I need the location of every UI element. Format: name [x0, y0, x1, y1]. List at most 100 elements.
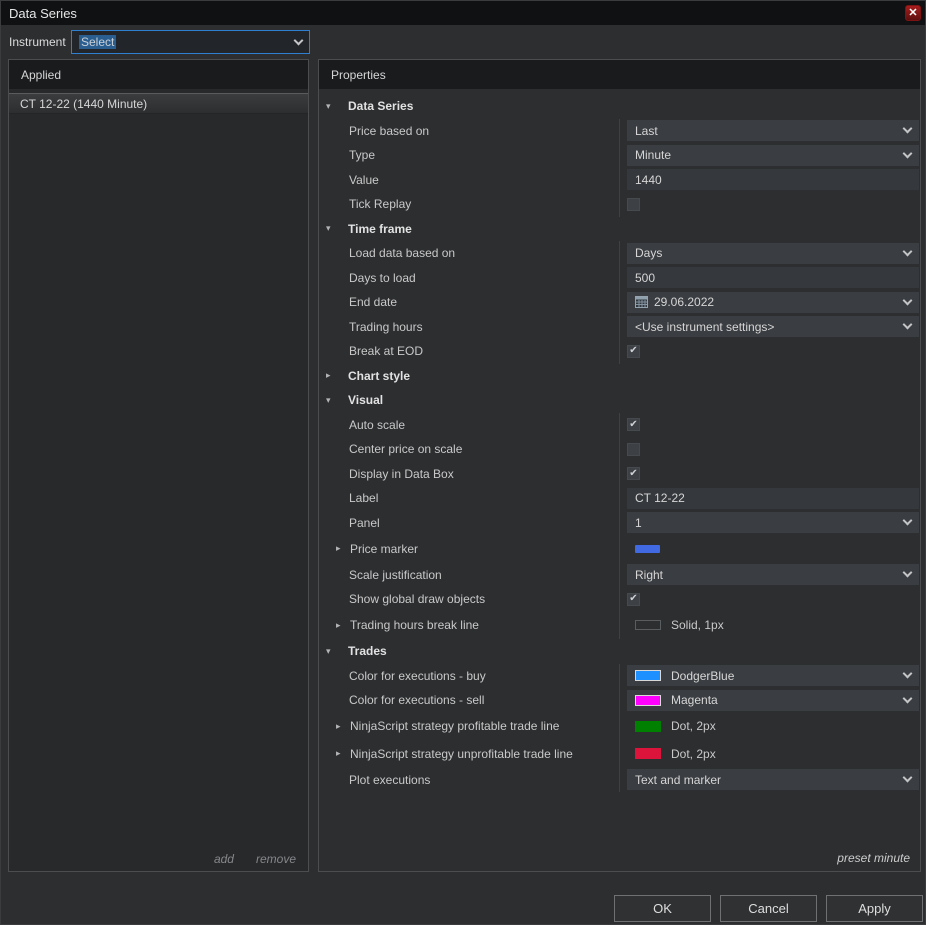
break-at-eod-control-cell: ✔	[619, 339, 920, 364]
color-for-executions-sell-dropdown[interactable]: Magenta	[627, 689, 919, 711]
price-based-on-dropdown[interactable]: Last	[627, 120, 919, 142]
visual-expander-collapse-icon[interactable]: ▾	[326, 395, 338, 406]
properties-header: Properties	[319, 60, 920, 89]
list-item[interactable]: CT 12-22 (1440 Minute)	[9, 93, 308, 114]
cancel-button[interactable]: Cancel	[720, 895, 817, 922]
property-row-trading-hours: Trading hours <Use instrument settings>	[319, 314, 920, 339]
apply-button[interactable]: Apply	[826, 895, 923, 922]
load-data-based-on-dropdown[interactable]: Days	[627, 242, 919, 264]
property-row-panel: Panel 1	[319, 510, 920, 535]
plot-executions-value: Text and marker	[635, 772, 722, 787]
panel-label: Panel	[349, 515, 380, 530]
color-for-executions-buy-color-swatch	[635, 670, 661, 682]
center-price-on-scale-label: Center price on scale	[349, 442, 463, 457]
show-global-draw-objects-label-cell: Show global draw objects	[319, 587, 619, 612]
remove-link[interactable]: remove	[256, 852, 296, 866]
ninjascript-strategy-profitable-trade-line-color-swatch[interactable]	[635, 720, 661, 732]
chevron-down-icon	[902, 668, 913, 679]
chart-style-label-cell: ▸ Chart style	[319, 364, 619, 389]
center-price-on-scale-checkbox[interactable]	[627, 442, 640, 456]
property-row-days-to-load: Days to load 500	[319, 265, 920, 290]
checkmark-icon: ✔	[629, 593, 638, 605]
property-row-trading-hours-break-line: ▸ Trading hours break line Solid, 1px	[319, 611, 920, 639]
preset-label: preset minute	[837, 851, 910, 865]
instrument-value: Select	[79, 35, 117, 49]
chevron-down-icon	[902, 515, 913, 526]
property-row-type: Type Minute	[319, 143, 920, 168]
break-at-eod-checkbox[interactable]: ✔	[627, 344, 640, 358]
property-row-plot-executions: Plot executions Text and marker	[319, 767, 920, 792]
center-price-on-scale-control-cell	[619, 437, 920, 462]
plot-executions-label: Plot executions	[349, 772, 431, 787]
applied-footer: add remove	[214, 852, 296, 866]
close-button[interactable]: ✕	[905, 5, 921, 21]
type-dropdown[interactable]: Minute	[627, 144, 919, 166]
days-to-load-input[interactable]: 500	[627, 267, 919, 289]
property-row-end-date: End date 29.06.2022	[319, 290, 920, 315]
show-global-draw-objects-checkbox[interactable]: ✔	[627, 592, 640, 606]
value-input[interactable]: 1440	[627, 169, 919, 191]
color-for-executions-buy-label: Color for executions - buy	[349, 668, 486, 683]
applied-panel: Applied CT 12-22 (1440 Minute) add remov…	[8, 59, 309, 872]
trades-expander-collapse-icon[interactable]: ▾	[326, 646, 338, 657]
ninjascript-strategy-profitable-trade-line-expander-expand-icon[interactable]: ▸	[336, 721, 348, 732]
section-visual: ▾ Visual	[319, 388, 920, 413]
color-for-executions-sell-label: Color for executions - sell	[349, 693, 485, 708]
load-data-based-on-label: Load data based on	[349, 246, 456, 261]
label-input[interactable]: CT 12-22	[627, 487, 919, 509]
ninjascript-strategy-unprofitable-trade-line-control-cell: Dot, 2px	[619, 740, 920, 768]
property-row-show-global-draw-objects: Show global draw objects ✔	[319, 587, 920, 612]
section-data-series: ▾ Data Series	[319, 94, 920, 119]
color-for-executions-buy-label-cell: Color for executions - buy	[319, 664, 619, 689]
add-link[interactable]: add	[214, 852, 234, 866]
ninjascript-strategy-unprofitable-trade-line-expander-expand-icon[interactable]: ▸	[336, 748, 348, 759]
price-marker-label: Price marker	[350, 541, 419, 556]
label-label: Label	[349, 491, 379, 506]
instrument-select[interactable]: Select	[71, 30, 310, 54]
applied-list: CT 12-22 (1440 Minute)	[9, 93, 308, 114]
ok-button[interactable]: OK	[614, 895, 711, 922]
ninjascript-strategy-unprofitable-trade-line-color-swatch[interactable]	[635, 748, 661, 760]
plot-executions-dropdown[interactable]: Text and marker	[627, 769, 919, 791]
data-series-expander-collapse-icon[interactable]: ▾	[326, 101, 338, 112]
price-marker-control-cell	[619, 535, 920, 563]
property-row-scale-justification: Scale justification Right	[319, 562, 920, 588]
properties-panel: Properties ▾ Data Series Price based on Las…	[318, 59, 921, 872]
display-in-data-box-checkbox[interactable]: ✔	[627, 467, 640, 481]
chevron-down-icon	[902, 567, 913, 578]
scale-justification-label-cell: Scale justification	[319, 563, 619, 588]
trading-hours-dropdown[interactable]: <Use instrument settings>	[627, 316, 919, 338]
checkmark-icon: ✔	[629, 467, 638, 479]
center-price-on-scale-label-cell: Center price on scale	[319, 437, 619, 462]
tick-replay-checkbox[interactable]	[627, 197, 640, 211]
section-time-frame: ▾ Time frame	[319, 217, 920, 242]
time-frame-expander-collapse-icon[interactable]: ▾	[326, 223, 338, 234]
auto-scale-label: Auto scale	[349, 417, 406, 432]
trading-hours-break-line-line-sample[interactable]	[635, 620, 661, 631]
color-for-executions-buy-dropdown[interactable]: DodgerBlue	[627, 665, 919, 687]
display-in-data-box-label: Display in Data Box	[349, 466, 454, 481]
show-global-draw-objects-control-cell: ✔	[619, 587, 920, 612]
panel-value: 1	[635, 515, 642, 530]
chart-style-expander-expand-icon[interactable]: ▸	[326, 370, 338, 381]
scale-justification-dropdown[interactable]: Right	[627, 564, 919, 586]
applied-header: Applied	[9, 60, 308, 89]
scale-justification-value: Right	[635, 567, 664, 582]
ninjascript-strategy-unprofitable-trade-line-label: NinjaScript strategy unprofitable trade …	[350, 746, 573, 761]
panel-dropdown[interactable]: 1	[627, 512, 919, 534]
trading-hours-control-cell: <Use instrument settings>	[619, 314, 920, 339]
panel-control-cell: 1	[619, 510, 920, 535]
end-date-dropdown[interactable]: 29.06.2022	[627, 291, 919, 313]
property-row-load-data-based-on: Load data based on Days	[319, 241, 920, 266]
chevron-down-icon	[902, 246, 913, 257]
price-marker-color-swatch[interactable]	[635, 544, 660, 553]
days-to-load-control-cell: 500	[619, 265, 920, 290]
property-row-color-for-executions-sell: Color for executions - sell Magenta	[319, 688, 920, 713]
visual-label-cell: ▾ Visual	[319, 388, 619, 413]
ninjascript-strategy-profitable-trade-line-value: Dot, 2px	[671, 719, 716, 734]
auto-scale-checkbox[interactable]: ✔	[627, 418, 640, 432]
load-data-based-on-label-cell: Load data based on	[319, 241, 619, 266]
trading-hours-break-line-expander-expand-icon[interactable]: ▸	[336, 620, 348, 631]
price-marker-expander-expand-icon[interactable]: ▸	[336, 543, 348, 554]
property-row-tick-replay: Tick Replay	[319, 192, 920, 217]
